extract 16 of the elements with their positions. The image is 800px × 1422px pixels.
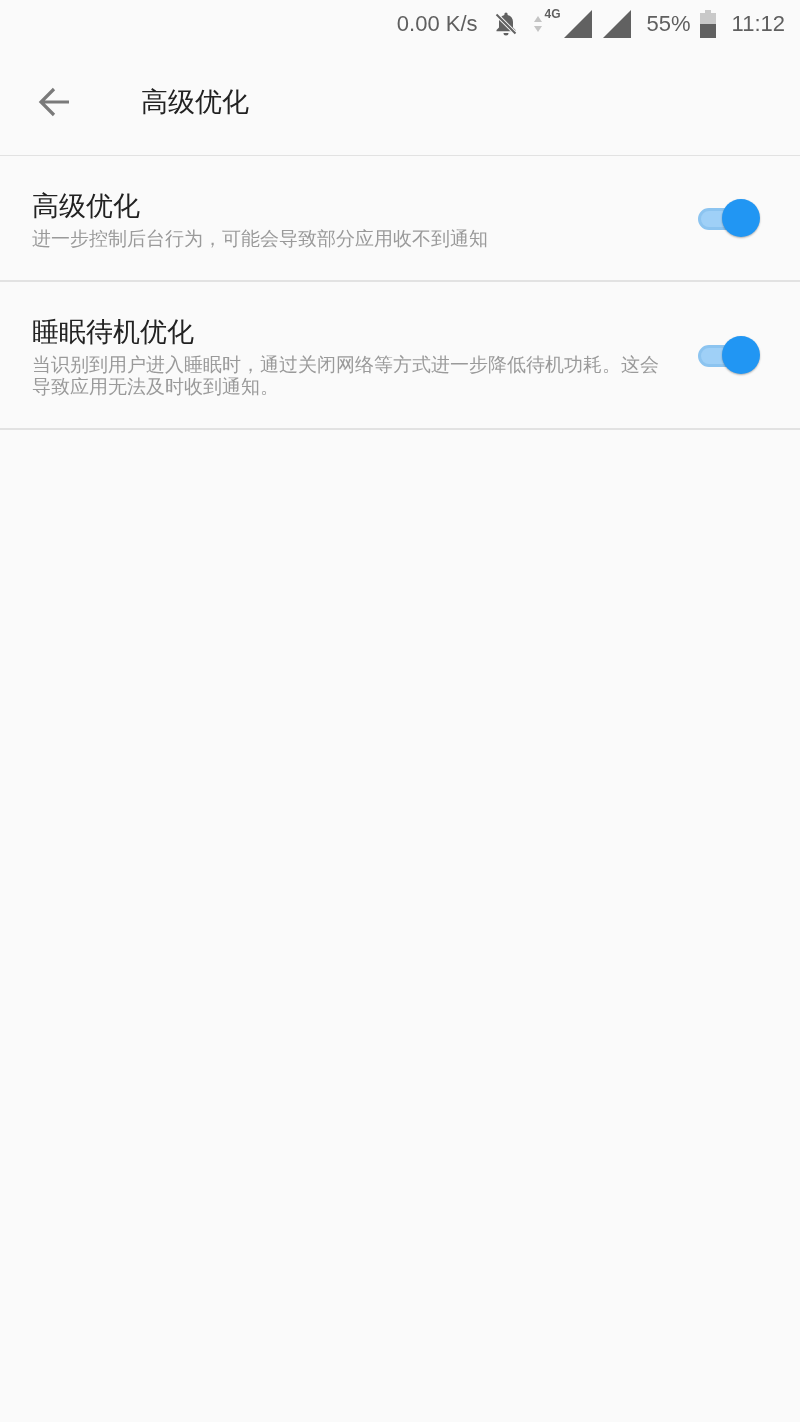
- back-button[interactable]: [38, 86, 70, 117]
- data-arrows-icon: [533, 16, 542, 32]
- setting-title: 高级优化: [32, 189, 141, 223]
- bell-off-icon: [493, 11, 518, 37]
- battery-percent: 55%: [646, 11, 691, 37]
- network-speed: 0.00 K/s: [396, 11, 478, 37]
- setting-title: 睡眠待机优化: [32, 315, 195, 349]
- clock-time: 11:12: [731, 11, 785, 37]
- battery-icon: [699, 10, 716, 38]
- signal-icon: [602, 10, 631, 38]
- back-arrow-icon: [38, 86, 70, 117]
- network-type: 4G: [544, 8, 561, 20]
- signal-icon: [563, 10, 592, 38]
- page-title: 高级优化: [141, 84, 249, 119]
- setting-description: 当识别到用户进入睡眠时，通过关闭网络等方式进一步降低待机功耗。这会导致应用无法及时收到通知。: [32, 353, 660, 397]
- setting-description: 进一步控制后台行为，可能会导致部分应用收不到通知: [32, 227, 489, 249]
